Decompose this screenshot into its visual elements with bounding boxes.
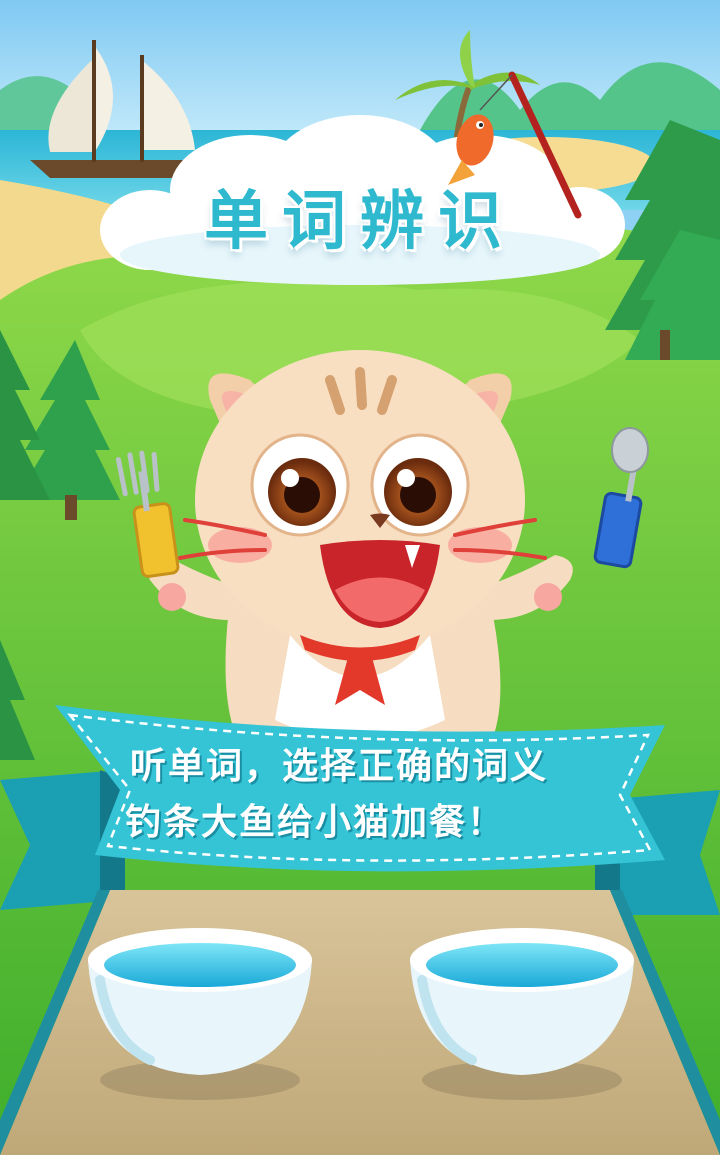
game-scene: 单词辨识 听单词，选择正确的词义 钓条大鱼给小猫加餐！	[0, 0, 720, 1155]
banner-line-1: 听单词，选择正确的词义	[130, 746, 549, 787]
bowl-icon[interactable]	[410, 928, 634, 1100]
banner-line-2: 钓条大鱼给小猫加餐！	[125, 802, 506, 843]
bowl-icon[interactable]	[88, 928, 312, 1100]
game-title: 单词辨识	[204, 185, 516, 259]
